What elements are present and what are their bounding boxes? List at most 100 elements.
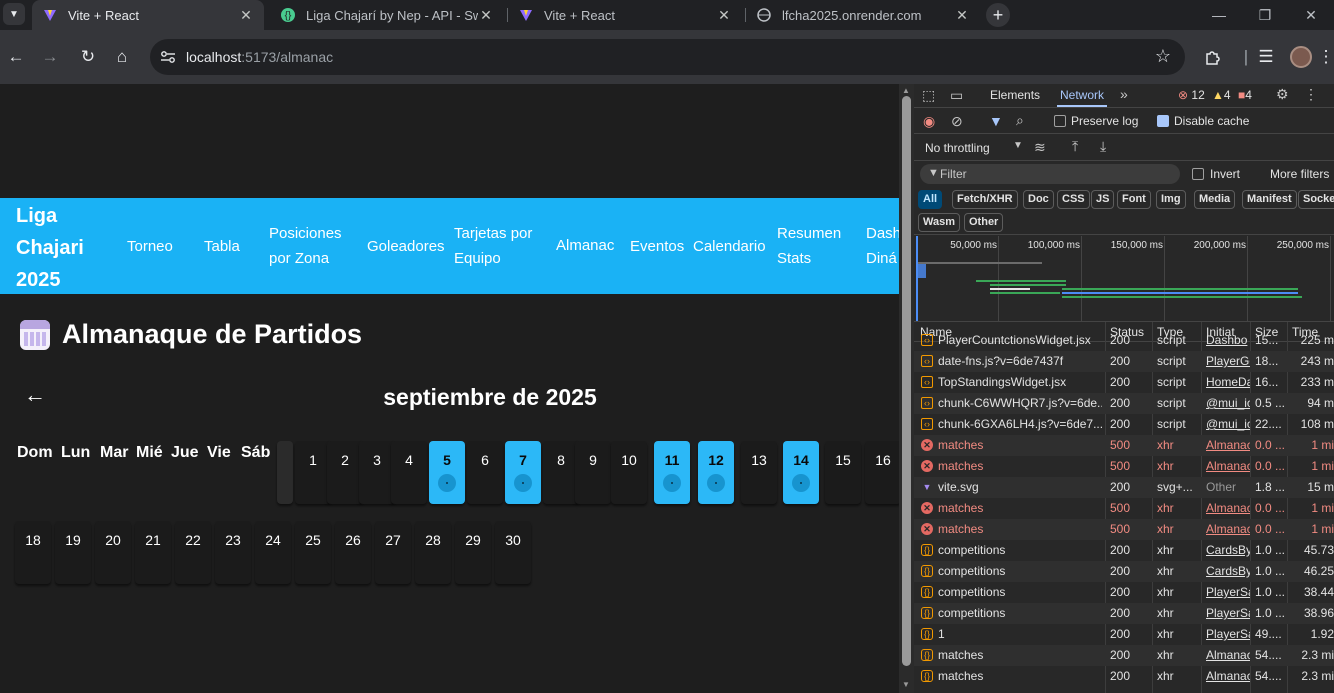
day-cell[interactable]: 3 xyxy=(359,441,395,504)
import-har-icon[interactable]: ⤒ xyxy=(1072,138,1078,155)
export-har-icon[interactable]: ⤓ xyxy=(1100,138,1106,155)
cell-initiator[interactable]: PlayerSa xyxy=(1206,585,1250,599)
day-cell[interactable]: 23 xyxy=(215,521,251,584)
cell-initiator[interactable]: CardsBy xyxy=(1206,564,1250,578)
reload-icon[interactable]: ↻ xyxy=(74,43,102,71)
chip-socke[interactable]: Socke xyxy=(1298,190,1334,209)
network-request-row[interactable]: {} competitions 200 xhr CardsBy 1.0 ... 46.25 xyxy=(914,561,1334,582)
day-cell[interactable]: 20 xyxy=(95,521,131,584)
nav-torneo[interactable]: Torneo xyxy=(127,234,173,259)
network-request-row[interactable]: ‹› TopStandingsWidget.jsx 200 script HomeDa 1… xyxy=(914,372,1334,393)
chip-fetchxhr[interactable]: Fetch/XHR xyxy=(952,190,1018,209)
close-devtools-icon[interactable]: ⋮ xyxy=(1328,86,1334,103)
network-request-row[interactable]: {} 1 200 xhr PlayerSa 49.... 1.92 xyxy=(914,624,1334,645)
invert-checkbox[interactable] xyxy=(1192,168,1204,180)
restore-button[interactable]: ❐ xyxy=(1242,0,1288,30)
network-conditions-icon[interactable]: ≋ xyxy=(1034,139,1046,156)
forward-icon[interactable]: → xyxy=(36,43,64,71)
tab-network[interactable]: Network xyxy=(1056,88,1108,107)
network-request-row[interactable]: {} matches 200 xhr Almanac 54.... 2.3 mi xyxy=(914,645,1334,666)
browser-tab-3[interactable]: Vite + React ✕ xyxy=(508,0,742,30)
chip-font[interactable]: Font xyxy=(1117,190,1151,209)
day-cell-with-matches[interactable]: 11 xyxy=(654,441,690,504)
nav-dashboard[interactable]: Dash Diná xyxy=(866,221,899,271)
nav-tabla[interactable]: Tabla xyxy=(204,234,240,259)
day-cell[interactable]: 1 xyxy=(295,441,331,504)
day-cell[interactable]: 13 xyxy=(741,441,777,504)
disable-cache-checkbox[interactable] xyxy=(1157,115,1169,127)
extensions-icon[interactable] xyxy=(1198,43,1226,71)
chip-other[interactable]: Other xyxy=(964,213,1004,232)
network-request-row[interactable]: ‹› date-fns.js?v=6de7437f 200 script PlayerG… xyxy=(914,351,1334,372)
site-info-icon[interactable] xyxy=(158,47,178,67)
more-tabs-icon[interactable]: » xyxy=(1120,86,1128,102)
gear-icon[interactable]: ⚙ xyxy=(1276,86,1289,103)
tab-search-button[interactable]: ▼ xyxy=(3,3,25,25)
network-request-row[interactable]: ✕ matches 500 xhr Almanac 0.0 ... 1 mi xyxy=(914,519,1334,540)
day-cell-with-matches[interactable]: 7 xyxy=(505,441,541,504)
cell-initiator[interactable]: Almanac xyxy=(1206,438,1250,452)
menu-icon[interactable]: ⋮ xyxy=(1318,43,1334,71)
network-request-row[interactable]: ▼ vite.svg 200 svg+... Other 1.8 ... 15 m xyxy=(914,477,1334,498)
day-cell[interactable]: 19 xyxy=(55,521,91,584)
filter-icon[interactable]: ▼ xyxy=(989,113,1003,129)
record-stop-icon[interactable]: ◉ xyxy=(923,113,935,130)
kebab-menu-icon[interactable]: ⋮ xyxy=(1304,86,1318,103)
filter-input[interactable]: ▼ Filter xyxy=(920,164,1180,184)
close-window-button[interactable]: ✕ xyxy=(1288,0,1334,30)
nav-eventos[interactable]: Eventos xyxy=(630,234,684,259)
day-cell-with-matches[interactable]: 5 xyxy=(429,441,465,504)
network-request-row[interactable]: {} competitions 200 xhr PlayerSa 1.0 ... 38.96 xyxy=(914,603,1334,624)
day-cell[interactable]: 4 xyxy=(391,441,427,504)
home-icon[interactable]: ⌂ xyxy=(108,43,136,71)
nav-calendario[interactable]: Calendario xyxy=(693,234,766,259)
day-cell[interactable]: 9 xyxy=(575,441,611,504)
error-count-badge[interactable]: ⊗ 12 xyxy=(1178,88,1205,102)
warning-count-badge[interactable]: ▲4 xyxy=(1212,88,1231,102)
issues-count-badge[interactable]: ■4 xyxy=(1238,88,1252,102)
chip-doc[interactable]: Doc xyxy=(1023,190,1054,209)
day-cell[interactable]: 26 xyxy=(335,521,371,584)
day-cell[interactable]: 30 xyxy=(495,521,531,584)
media-controls-icon[interactable]: ☰ xyxy=(1252,43,1280,71)
close-icon[interactable]: ✕ xyxy=(238,7,254,24)
chip-all[interactable]: All xyxy=(918,190,943,209)
device-toolbar-icon[interactable]: ▭ xyxy=(950,87,963,104)
cell-initiator[interactable]: @mui_ic xyxy=(1206,417,1250,431)
address-bar[interactable]: localhost:5173/almanac ☆ xyxy=(150,39,1185,75)
search-icon[interactable]: ⌕ xyxy=(1016,112,1024,129)
chip-css[interactable]: CSS xyxy=(1057,190,1090,209)
browser-tab-4[interactable]: lfcha2025.onrender.com ✕ xyxy=(746,0,980,30)
chip-wasm[interactable]: Wasm xyxy=(918,213,960,232)
browser-tab-1[interactable]: Vite + React ✕ xyxy=(32,0,264,30)
nav-posiciones-por-zona[interactable]: Posiciones por Zona xyxy=(269,221,349,271)
network-request-row[interactable]: {} competitions 200 xhr CardsBy 1.0 ... 45.73 xyxy=(914,540,1334,561)
browser-tab-2[interactable]: {} Liga Chajarí by Nep - API - Swa ✕ xyxy=(270,0,504,30)
chip-img[interactable]: Img xyxy=(1156,190,1186,209)
cell-initiator[interactable]: PlayerSa xyxy=(1206,627,1250,641)
nav-tarjetas-por-equipo[interactable]: Tarjetas por Equipo xyxy=(454,221,544,271)
cell-initiator[interactable]: @mui_ic xyxy=(1206,396,1250,410)
chip-js[interactable]: JS xyxy=(1091,190,1115,209)
clear-icon[interactable]: ⊘ xyxy=(951,113,963,130)
nav-resumen-stats[interactable]: Resumen Stats xyxy=(777,221,847,271)
more-filters-button[interactable]: More filters xyxy=(1270,167,1329,181)
day-cell-with-matches[interactable]: 12 xyxy=(698,441,734,504)
bookmark-star-icon[interactable]: ☆ xyxy=(1155,46,1171,67)
network-request-row[interactable]: ✕ matches 500 xhr Almanac 0.0 ... 1 mi xyxy=(914,435,1334,456)
cell-initiator[interactable]: Almanac xyxy=(1206,522,1250,536)
inspect-icon[interactable]: ⬚ xyxy=(922,87,935,104)
back-icon[interactable]: ← xyxy=(2,43,30,71)
day-cell[interactable]: 28 xyxy=(415,521,451,584)
day-cell[interactable]: 6 xyxy=(467,441,503,504)
minimize-button[interactable]: — xyxy=(1196,0,1242,30)
day-cell[interactable]: 27 xyxy=(375,521,411,584)
day-cell[interactable]: 29 xyxy=(455,521,491,584)
day-cell[interactable]: 22 xyxy=(175,521,211,584)
close-icon[interactable]: ✕ xyxy=(954,7,970,24)
chevron-down-icon[interactable]: ▼ xyxy=(1013,140,1023,151)
network-request-row[interactable]: {} competitions 200 xhr PlayerSa 1.0 ... 38.44 xyxy=(914,582,1334,603)
cell-initiator[interactable]: CardsBy xyxy=(1206,543,1250,557)
network-request-row[interactable]: ‹› chunk-6GXA6LH4.js?v=6de7... 200 script @m… xyxy=(914,414,1334,435)
day-cell-with-matches[interactable]: 14 xyxy=(783,441,819,504)
